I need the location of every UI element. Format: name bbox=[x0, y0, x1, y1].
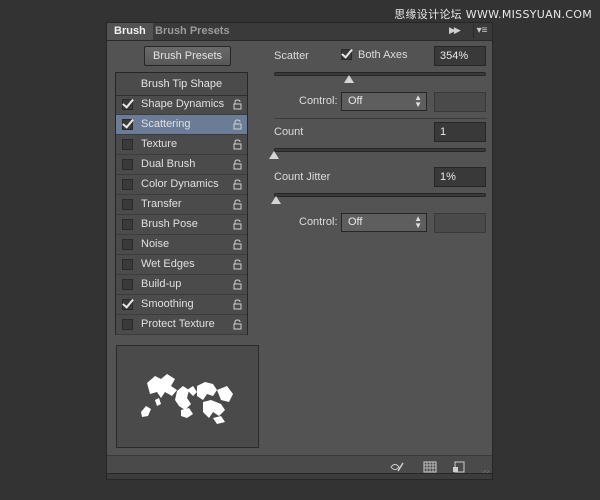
count-jitter-slider-thumb[interactable] bbox=[271, 196, 282, 204]
lock-icon[interactable] bbox=[233, 299, 242, 310]
option-item-smoothing[interactable]: Smoothing bbox=[116, 295, 247, 315]
option-label: Shape Dynamics bbox=[141, 98, 225, 110]
option-item-protect-texture[interactable]: Protect Texture bbox=[116, 315, 247, 335]
lock-icon[interactable] bbox=[233, 139, 242, 150]
lock-icon[interactable] bbox=[233, 279, 242, 290]
select-arrows-icon: ▲ ▼ bbox=[414, 93, 422, 109]
option-label: Scattering bbox=[141, 118, 191, 130]
count-value-field[interactable]: 1 bbox=[434, 122, 486, 142]
option-label: Build-up bbox=[141, 278, 182, 290]
option-item-build-up[interactable]: Build-up bbox=[116, 275, 247, 295]
grid-icon[interactable] bbox=[423, 461, 437, 473]
count-slider[interactable] bbox=[274, 148, 486, 152]
scatter-control-blank-field bbox=[434, 92, 486, 112]
count-jitter-slider[interactable] bbox=[274, 193, 486, 197]
count-label: Count bbox=[274, 126, 304, 138]
option-label: Color Dynamics bbox=[141, 178, 219, 190]
count-jitter-control-value: Off bbox=[348, 216, 363, 228]
tab-bar: Brush Brush Presets ▶▶ ▾≡ bbox=[107, 23, 492, 41]
count-jitter-label: Count Jitter bbox=[274, 171, 331, 183]
both-axes-checkbox[interactable] bbox=[341, 49, 352, 60]
brush-panel: Brush Brush Presets ▶▶ ▾≡ Brush Presets … bbox=[106, 22, 493, 480]
count-jitter-control-blank-field bbox=[434, 213, 486, 233]
option-checkbox[interactable] bbox=[122, 159, 133, 170]
option-item-texture[interactable]: Texture bbox=[116, 135, 247, 155]
lock-icon[interactable] bbox=[233, 99, 242, 110]
new-preset-icon[interactable] bbox=[452, 461, 466, 473]
brush-presets-button[interactable]: Brush Presets bbox=[144, 46, 231, 66]
lock-icon[interactable] bbox=[233, 319, 242, 330]
option-checkbox[interactable] bbox=[122, 299, 133, 310]
scatter-slider[interactable] bbox=[274, 72, 486, 76]
option-item-transfer[interactable]: Transfer bbox=[116, 195, 247, 215]
option-checkbox[interactable] bbox=[122, 199, 133, 210]
lock-icon[interactable] bbox=[233, 179, 242, 190]
option-checkbox[interactable] bbox=[122, 99, 133, 110]
option-item-wet-edges[interactable]: Wet Edges bbox=[116, 255, 247, 275]
lock-icon[interactable] bbox=[233, 199, 242, 210]
option-label: Transfer bbox=[141, 198, 182, 210]
eye-brush-icon[interactable] bbox=[390, 461, 404, 473]
option-checkbox[interactable] bbox=[122, 219, 133, 230]
scatter-slider-thumb[interactable] bbox=[344, 75, 355, 83]
lock-icon[interactable] bbox=[233, 159, 242, 170]
tab-brush[interactable]: Brush bbox=[107, 23, 153, 40]
option-item-shape-dynamics[interactable]: Shape Dynamics bbox=[116, 95, 247, 115]
option-label: Brush Pose bbox=[141, 218, 198, 230]
count-jitter-control-select[interactable]: Off ▲ ▼ bbox=[341, 213, 427, 232]
option-checkbox[interactable] bbox=[122, 179, 133, 190]
option-label: Protect Texture bbox=[141, 318, 215, 330]
option-label: Dual Brush bbox=[141, 158, 196, 170]
horizontal-scrollbar[interactable] bbox=[106, 473, 493, 480]
option-item-noise[interactable]: Noise bbox=[116, 235, 247, 255]
lock-icon[interactable] bbox=[233, 259, 242, 270]
count-jitter-value-field[interactable]: 1% bbox=[434, 167, 486, 187]
scatter-label: Scatter bbox=[274, 50, 309, 62]
option-item-color-dynamics[interactable]: Color Dynamics bbox=[116, 175, 247, 195]
brush-tip-shape-item[interactable]: Brush Tip Shape bbox=[116, 73, 247, 96]
option-label: Texture bbox=[141, 138, 178, 150]
brush-stroke-preview bbox=[116, 345, 259, 448]
brush-options-list: Brush Tip Shape Shape Dynamics Scattering… bbox=[115, 72, 248, 335]
lock-icon[interactable] bbox=[233, 239, 242, 250]
option-label: Smoothing bbox=[141, 298, 194, 310]
count-slider-thumb[interactable] bbox=[269, 151, 279, 159]
option-item-brush-pose[interactable]: Brush Pose bbox=[116, 215, 247, 235]
watermark-text: 思缘设计论坛 WWW.MISSYUAN.COM bbox=[394, 8, 592, 21]
scatter-control-label: Control: bbox=[299, 95, 338, 107]
divider bbox=[274, 118, 487, 119]
option-checkbox[interactable] bbox=[122, 139, 133, 150]
scatter-control-select[interactable]: Off ▲ ▼ bbox=[341, 92, 427, 111]
tab-brush-presets[interactable]: Brush Presets bbox=[148, 23, 237, 40]
option-checkbox[interactable] bbox=[122, 279, 133, 290]
select-arrows-icon: ▲ ▼ bbox=[414, 214, 422, 230]
option-checkbox[interactable] bbox=[122, 259, 133, 270]
count-jitter-control-label: Control: bbox=[299, 216, 338, 228]
scatter-value-field[interactable]: 354% bbox=[434, 46, 486, 66]
option-item-dual-brush[interactable]: Dual Brush bbox=[116, 155, 247, 175]
option-label: Noise bbox=[141, 238, 170, 250]
option-checkbox[interactable] bbox=[122, 319, 133, 330]
option-checkbox[interactable] bbox=[122, 119, 133, 130]
option-item-scattering[interactable]: Scattering bbox=[116, 115, 247, 135]
lock-icon[interactable] bbox=[233, 119, 242, 130]
collapse-panel-icon[interactable]: ▶▶ bbox=[449, 25, 461, 36]
option-label: Wet Edges bbox=[141, 258, 195, 270]
panel-menu-icon[interactable]: ▾≡ bbox=[473, 24, 490, 38]
scatter-control-value: Off bbox=[348, 95, 363, 107]
both-axes-label: Both Axes bbox=[358, 49, 408, 61]
option-checkbox[interactable] bbox=[122, 239, 133, 250]
brush-preview-strokes bbox=[141, 374, 233, 424]
lock-icon[interactable] bbox=[233, 219, 242, 230]
